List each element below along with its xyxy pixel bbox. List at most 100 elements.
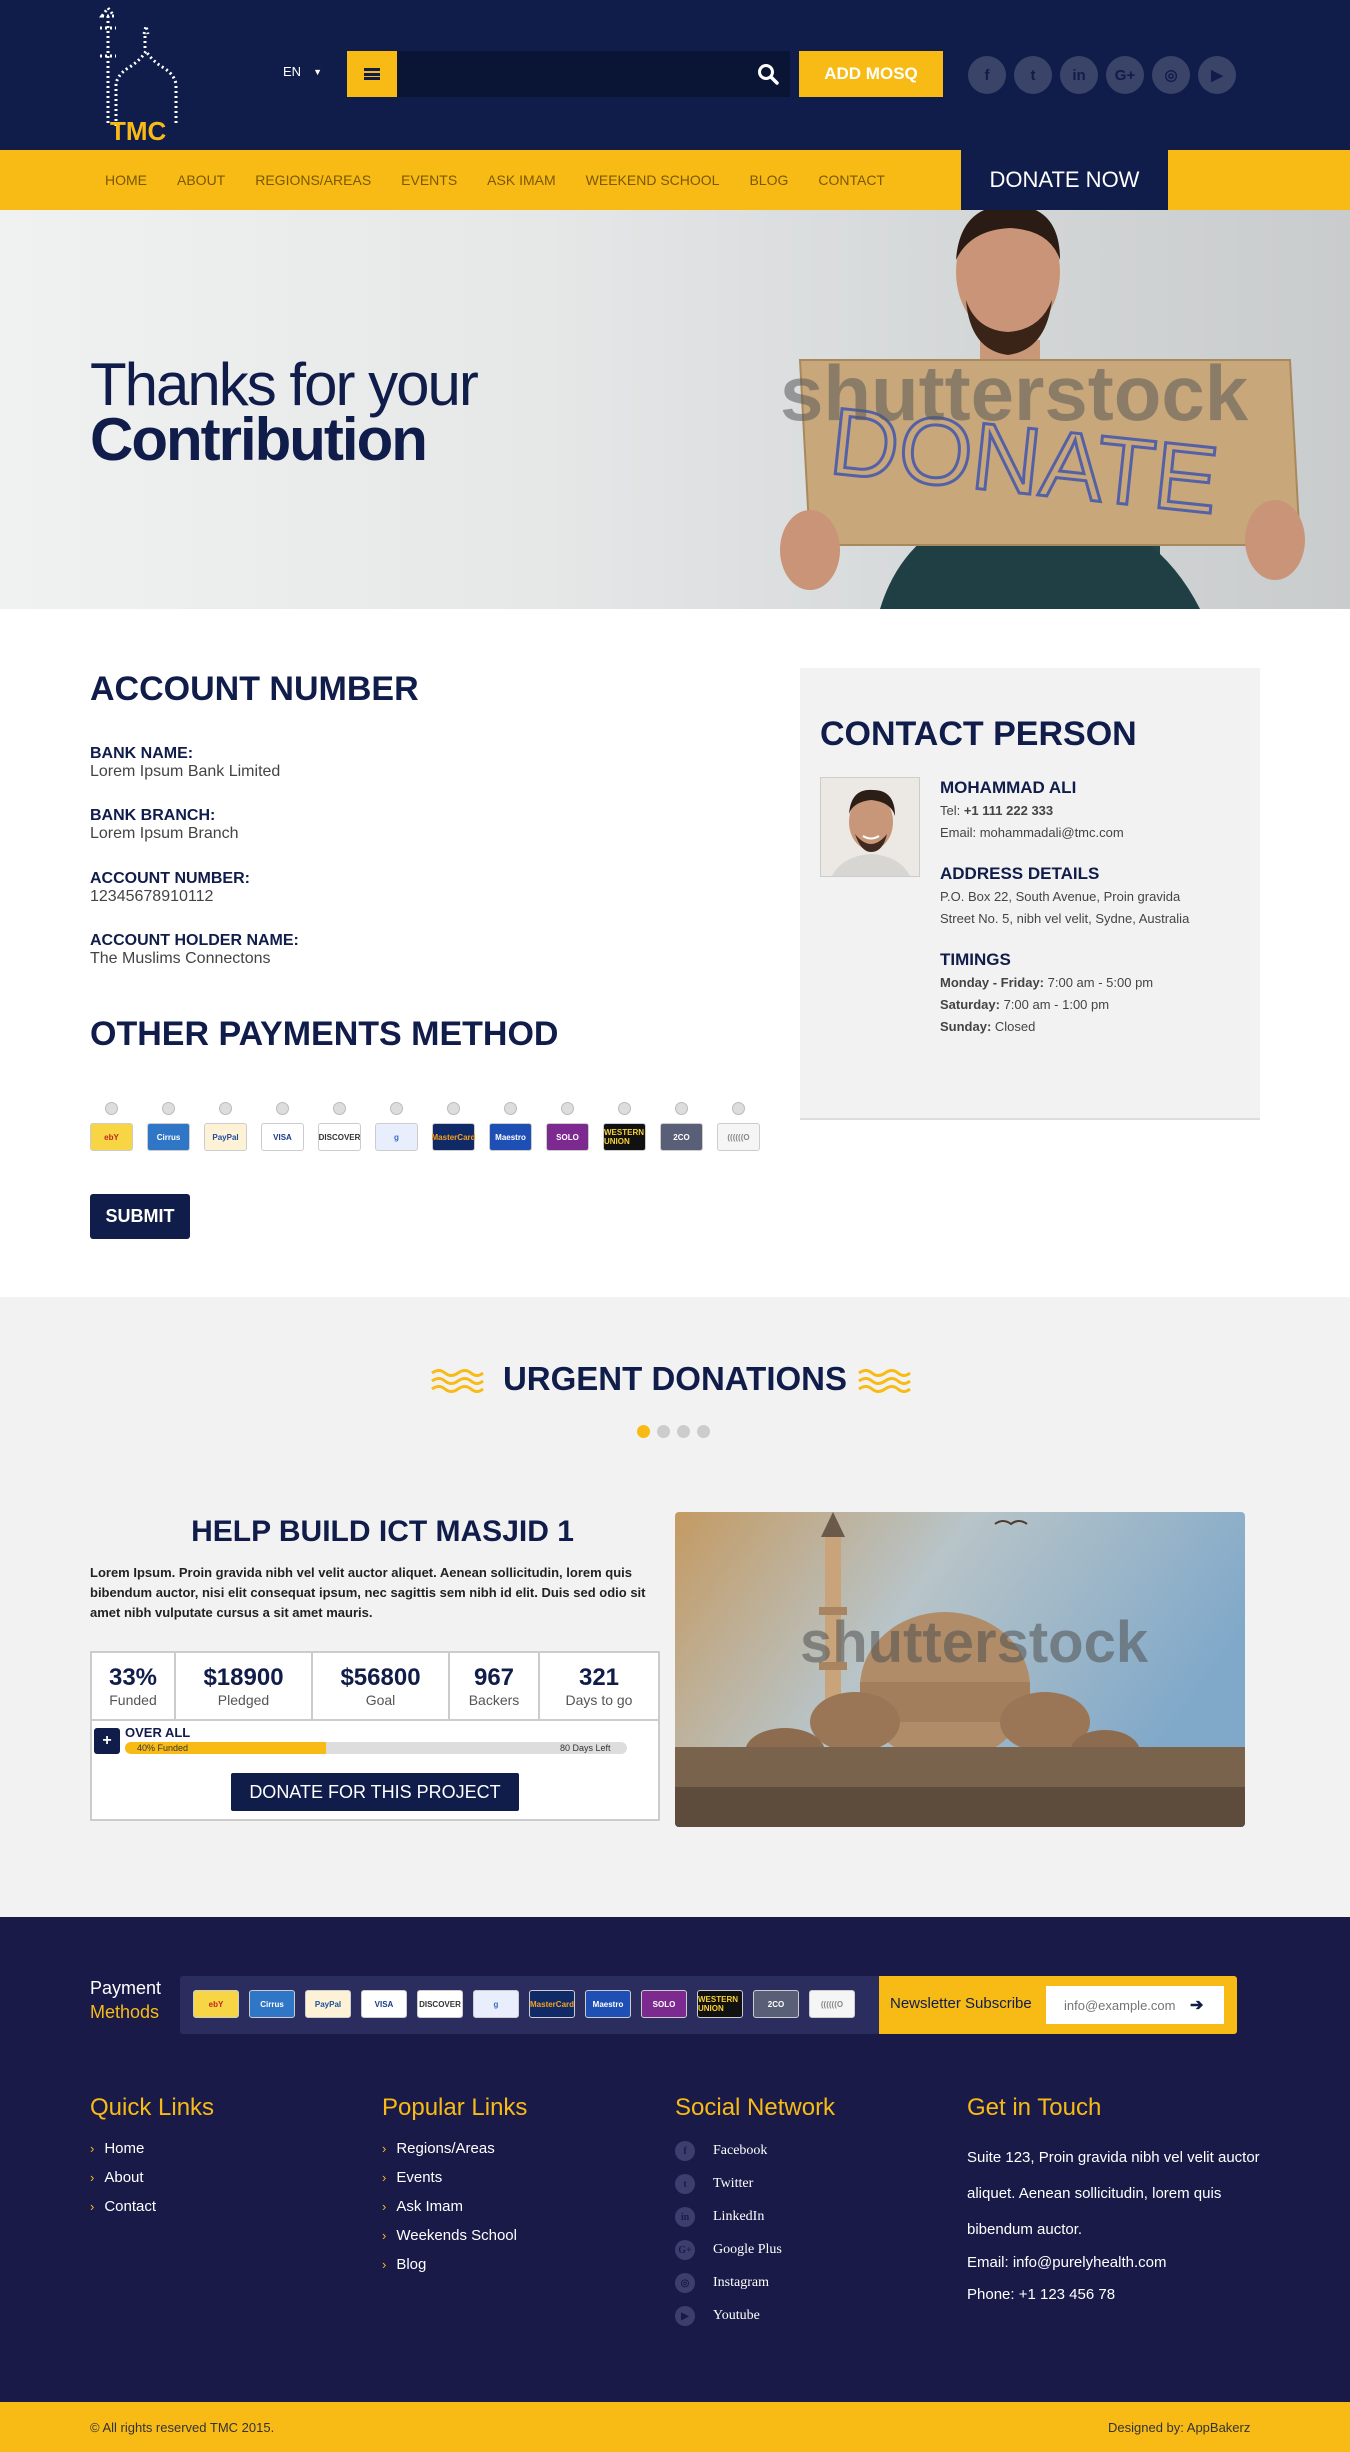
field-label: ACCOUNT NUMBER:: [90, 870, 250, 887]
footer-link-home[interactable]: › Home: [90, 2140, 144, 2157]
get-in-touch-address: Suite 123, Proin gravida nibh vel velit …: [967, 2149, 1260, 2238]
instagram-icon[interactable]: ◎: [1152, 56, 1190, 94]
payment-radio[interactable]: [162, 1102, 175, 1115]
nav-about[interactable]: ABOUT: [177, 172, 225, 188]
address-heading: ADDRESS DETAILS: [940, 864, 1100, 883]
linkedin-icon[interactable]: in: [1060, 56, 1098, 94]
arrow-right-icon[interactable]: ➔: [1190, 1995, 1203, 2015]
twitter-icon[interactable]: t: [1014, 56, 1052, 94]
copyright-text: © All rights reserved TMC 2015.: [90, 2420, 275, 2435]
urgent-donations-heading: URGENT DONATIONS: [502, 1360, 848, 1397]
nav-ask-imam[interactable]: ASK IMAM: [487, 172, 555, 188]
timing-weekdays: Monday - Friday: 7:00 am - 5:00 pm: [940, 975, 1153, 990]
footer-link-contact[interactable]: › Contact: [90, 2198, 156, 2215]
search-input[interactable]: [397, 51, 737, 97]
payment-radio[interactable]: [675, 1102, 688, 1115]
tmc-logo[interactable]: TMC: [88, 5, 188, 146]
main-nav: HOME ABOUT REGIONS/AREAS EVENTS ASK IMAM…: [105, 150, 915, 210]
footer-link-weekends-school[interactable]: › Weekends School: [382, 2227, 517, 2244]
footer-link-events[interactable]: › Events: [382, 2169, 442, 2186]
payment-radio[interactable]: [333, 1102, 346, 1115]
hamburger-icon: [364, 68, 380, 80]
payment-card-logo: PayPal: [305, 1990, 351, 2018]
field-label: BANK BRANCH:: [90, 807, 216, 824]
carousel-dot[interactable]: [637, 1425, 650, 1438]
social-label: Google Plus: [713, 2242, 782, 2257]
donate-now-button[interactable]: DONATE NOW: [961, 150, 1168, 210]
search-icon[interactable]: [757, 63, 779, 85]
payment-option[interactable]: WESTERN UNION: [603, 1102, 646, 1151]
nav-events[interactable]: EVENTS: [401, 172, 457, 188]
footer-link-blog[interactable]: › Blog: [382, 2256, 426, 2273]
payment-radio[interactable]: [219, 1102, 232, 1115]
menu-toggle-button[interactable]: [347, 51, 397, 97]
social-label: Twitter: [713, 2176, 754, 2191]
payment-option[interactable]: ((((((O: [717, 1102, 760, 1151]
project-title: HELP BUILD ICT MASJID 1: [191, 1515, 574, 1548]
payment-card-logo: g: [473, 1990, 519, 2018]
carousel-dot[interactable]: [657, 1425, 670, 1438]
payment-card-logo: g: [375, 1123, 418, 1151]
nav-contact[interactable]: CONTACT: [818, 172, 885, 188]
payment-option[interactable]: 2CO: [660, 1102, 703, 1151]
payment-option[interactable]: ebY: [90, 1102, 133, 1151]
footer-link-ask-imam[interactable]: › Ask Imam: [382, 2198, 463, 2215]
link-label: Weekends School: [396, 2227, 517, 2244]
payment-radio[interactable]: [447, 1102, 460, 1115]
footer-social-instagram[interactable]: ◎ Instagram: [675, 2273, 769, 2293]
youtube-icon[interactable]: ▶: [1198, 56, 1236, 94]
payment-radio[interactable]: [732, 1102, 745, 1115]
link-label: Blog: [396, 2256, 427, 2273]
nav-home[interactable]: HOME: [105, 172, 147, 188]
payment-radio[interactable]: [504, 1102, 517, 1115]
payment-radio[interactable]: [618, 1102, 631, 1115]
payment-option[interactable]: g: [375, 1102, 418, 1151]
payment-card-logo: 2CO: [753, 1990, 799, 2018]
payment-radio[interactable]: [105, 1102, 118, 1115]
progress-funded-text: 40% Funded: [137, 1743, 189, 1753]
expand-plus-button[interactable]: +: [94, 1728, 120, 1754]
facebook-icon[interactable]: f: [968, 56, 1006, 94]
payment-radio[interactable]: [390, 1102, 403, 1115]
stat-value: $56800: [340, 1664, 421, 1691]
payment-option[interactable]: Maestro: [489, 1102, 532, 1151]
link-label: Home: [104, 2140, 145, 2157]
field-value: Lorem Ipsum Branch: [90, 825, 239, 842]
stat-value: 967: [473, 1664, 515, 1691]
footer-social-twitter[interactable]: t Twitter: [675, 2174, 753, 2194]
footer-link-about[interactable]: › About: [90, 2169, 144, 2186]
language-selector[interactable]: EN ▼: [283, 64, 322, 79]
nav-regions[interactable]: REGIONS/AREAS: [255, 172, 371, 188]
payment-option[interactable]: MasterCard: [432, 1102, 476, 1151]
google-plus-icon[interactable]: G+: [1106, 56, 1144, 94]
footer-link-regions[interactable]: › Regions/Areas: [382, 2140, 495, 2157]
payment-option[interactable]: DISCOVER: [318, 1102, 361, 1151]
payment-option[interactable]: Cirrus: [147, 1102, 190, 1151]
payment-radio[interactable]: [276, 1102, 289, 1115]
svg-text:shutterstock: shutterstock: [800, 1610, 1149, 1675]
payment-card-logo: SOLO: [546, 1123, 589, 1151]
payment-option[interactable]: SOLO: [546, 1102, 589, 1151]
donate-project-button[interactable]: DONATE FOR THIS PROJECT: [231, 1773, 519, 1811]
account-number-heading: ACCOUNT NUMBER: [90, 670, 419, 708]
nav-blog[interactable]: BLOG: [749, 172, 788, 188]
get-in-touch-phone: Phone: +1 123 456 78: [967, 2286, 1116, 2303]
footer-social-youtube[interactable]: ▶ Youtube: [675, 2306, 760, 2326]
carousel-dot[interactable]: [697, 1425, 710, 1438]
footer-social-facebook[interactable]: f Facebook: [675, 2141, 767, 2161]
field-label: BANK NAME:: [90, 745, 194, 762]
nav-weekend-school[interactable]: WEEKEND SCHOOL: [586, 172, 720, 188]
add-mosq-button[interactable]: ADD MOSQ: [799, 51, 943, 97]
payment-card-logo: MasterCard: [432, 1123, 476, 1151]
account-holder-block: ACCOUNT HOLDER NAME: The Muslims Connect…: [90, 932, 299, 968]
payment-option[interactable]: VISA: [261, 1102, 304, 1151]
tel-label: Tel:: [940, 803, 964, 818]
submit-button[interactable]: SUBMIT: [90, 1194, 190, 1239]
quick-links-heading: Quick Links: [90, 2094, 215, 2121]
payment-card-logo: PayPal: [204, 1123, 247, 1151]
payment-radio[interactable]: [561, 1102, 574, 1115]
carousel-dot[interactable]: [677, 1425, 690, 1438]
footer-social-linkedin[interactable]: in LinkedIn: [675, 2207, 764, 2227]
footer-social-google-plus[interactable]: G+ Google Plus: [675, 2240, 782, 2260]
payment-option[interactable]: PayPal: [204, 1102, 247, 1151]
